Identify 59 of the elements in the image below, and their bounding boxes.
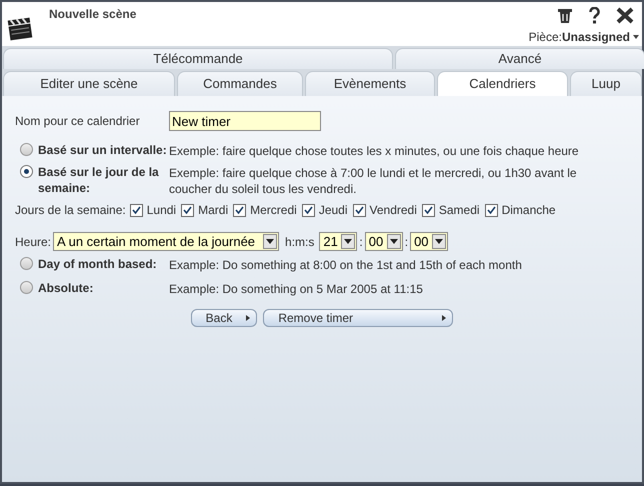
time-mode-dropdown[interactable]: A un certain moment de la journée [53,232,280,251]
help-icon[interactable] [589,7,600,24]
checkbox[interactable] [130,204,143,216]
radio-button[interactable] [20,165,33,178]
trash-icon[interactable] [557,7,573,24]
hour-dropdown[interactable]: 21 [319,232,358,251]
tab[interactable]: Avancé [395,48,644,69]
separator: : [359,234,363,250]
window-title: Nouvelle scène [49,6,136,23]
caret-icon[interactable] [266,239,274,244]
tab[interactable]: Evènements [305,71,435,96]
checkbox-label: Jeudi [318,202,348,219]
button[interactable]: Back [190,309,258,327]
radio-button[interactable] [20,257,33,270]
radio-label: Basé sur un intervalle: [38,142,167,158]
field-label: Nom pour ce calendrier [15,113,141,130]
example-text: Example: Do something on 5 Mar 2005 at 11:15 [169,281,423,297]
checkbox[interactable] [422,204,435,216]
tab[interactable]: Calendriers [437,71,568,96]
minute-dropdown[interactable]: 00 [364,232,403,251]
room-selector[interactable]: Pièce:Unassigned [528,28,640,46]
button[interactable]: Remove timer [263,309,454,327]
example-text: Exemple: faire quelque chose à 7:00 le lundi et le mercredi, ou 1h30 avant le coucher du soleil tous les vendredi. [169,165,578,197]
close-icon[interactable] [616,7,634,24]
checkbox-label: Mardi [198,202,228,219]
tab[interactable]: Commandes [177,71,303,96]
checkbox-label: Vendredi [370,202,417,219]
checkbox[interactable] [484,204,498,216]
tab[interactable]: Editer une scène [3,71,175,96]
caret-icon[interactable] [390,239,398,244]
radio-button[interactable] [20,143,33,156]
caret-icon[interactable] [435,239,444,244]
arrow-icon [246,315,250,321]
checkbox-label: Samedi [438,202,480,219]
radio-button[interactable] [20,281,33,294]
checkbox-label: Mercredi [250,202,297,219]
checkbox[interactable] [181,204,194,216]
example-text: Example: Do something at 8:00 on the 1st and 15th of each month [169,257,522,273]
caret-icon[interactable] [632,34,640,40]
radio-label: Basé sur le jour de la semaine: [38,164,160,196]
radio-label: Absolute: [38,280,94,296]
checkbox[interactable] [233,204,246,216]
field-label: Heure: [15,234,52,250]
field-label: Jours de la semaine: [15,202,126,219]
checkbox-label: Lundi [146,202,176,219]
radio-label: Day of month based: [38,256,157,272]
name-field[interactable]: New timer [169,111,321,131]
checkbox[interactable] [302,204,315,216]
tab[interactable]: Luup [570,71,642,96]
clapperboard-icon [7,16,33,42]
separator: : [404,234,408,250]
arrow-icon [442,315,446,321]
second-dropdown[interactable]: 00 [410,232,448,251]
field-label: h:m:s [285,234,314,250]
checkbox[interactable] [352,204,366,216]
tab[interactable]: Télécommande [3,48,393,69]
caret-icon[interactable] [344,239,352,244]
checkbox-label: Dimanche [502,202,556,219]
example-text: Exemple: faire quelque chose toutes les x minutes, ou une fois chaque heure [169,143,579,159]
